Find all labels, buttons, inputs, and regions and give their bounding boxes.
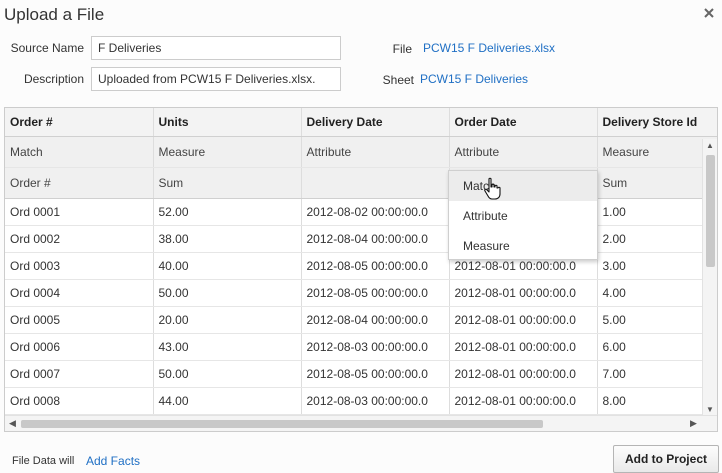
table-cell: Ord 0003 — [5, 252, 154, 280]
table-cell: 7.00 — [597, 360, 717, 388]
table-cell: 20.00 — [153, 306, 302, 334]
table-cell: 43.00 — [153, 333, 302, 361]
column-type-cell[interactable]: Attribute — [301, 136, 450, 168]
table-cell: 2.00 — [597, 225, 717, 253]
horizontal-scroll-thumb[interactable] — [21, 420, 543, 428]
table-cell: 2012-08-02 00:00:00.0 — [301, 198, 450, 226]
file-data-grid: Order # Units Delivery Date Order Date D… — [4, 107, 718, 432]
add-to-project-button[interactable]: Add to Project — [613, 445, 719, 473]
table-cell: 2012-08-04 00:00:00.0 — [301, 306, 450, 334]
description-input[interactable] — [91, 67, 341, 91]
scroll-right-icon[interactable]: ▶ — [690, 418, 697, 429]
scroll-down-icon[interactable]: ▼ — [706, 405, 714, 415]
dropdown-option-match[interactable]: Match — [449, 171, 597, 201]
hand-pointer-icon — [484, 177, 501, 200]
table-cell: 2012-08-01 00:00:00.0 — [449, 333, 598, 361]
vertical-scrollbar[interactable]: ▲ ▼ — [702, 139, 717, 417]
description-label: Description — [23, 72, 84, 86]
table-cell: 40.00 — [153, 252, 302, 280]
table-cell: 2012-08-01 00:00:00.0 — [449, 279, 598, 307]
table-cell: 38.00 — [153, 225, 302, 253]
table-cell: 2012-08-05 00:00:00.0 — [301, 252, 450, 280]
table-cell: Ord 0002 — [5, 225, 154, 253]
scroll-up-icon[interactable]: ▲ — [706, 141, 714, 151]
table-cell: Ord 0008 — [5, 387, 154, 415]
sheet-link[interactable]: PCW15 F Deliveries — [420, 72, 528, 86]
table-cell: Ord 0004 — [5, 279, 154, 307]
table-cell: 2012-08-03 00:00:00.0 — [301, 387, 450, 415]
table-cell: 2012-08-05 00:00:00.0 — [301, 360, 450, 388]
table-cell: 50.00 — [153, 279, 302, 307]
file-link[interactable]: PCW15 F Deliveries.xlsx — [423, 41, 555, 55]
column-type-row: Match Measure Attribute Attribute Measur… — [5, 136, 717, 168]
aggregation-cell[interactable]: Sum — [153, 167, 302, 199]
aggregation-cell[interactable]: Sum — [597, 167, 717, 199]
table-cell: 44.00 — [153, 387, 302, 415]
table-cell: 50.00 — [153, 360, 302, 388]
dialog-title: Upload a File — [4, 5, 105, 24]
data-table: Order # Units Delivery Date Order Date D… — [5, 108, 717, 415]
table-cell: Ord 0006 — [5, 333, 154, 361]
table-cell: Ord 0007 — [5, 360, 154, 388]
dropdown-option-attribute[interactable]: Attribute — [449, 201, 597, 231]
table-cell: 2012-08-01 00:00:00.0 — [449, 387, 598, 415]
table-cell: 2012-08-01 00:00:00.0 — [449, 360, 598, 388]
header-row: Order # Units Delivery Date Order Date D… — [5, 108, 717, 137]
column-header-order-date[interactable]: Order Date — [449, 108, 598, 137]
table-row[interactable]: Ord 0008 44.00 2012-08-03 00:00:00.0 2012-0… — [5, 387, 717, 415]
table-row[interactable]: Ord 0006 43.00 2012-08-03 00:00:00.0 2012-0… — [5, 333, 717, 361]
horizontal-scrollbar[interactable]: ◀ ▶ — [5, 415, 717, 431]
table-cell: 52.00 — [153, 198, 302, 226]
column-type-cell[interactable]: Measure — [153, 136, 302, 168]
column-header-delivery-store-id[interactable]: Delivery Store Id — [597, 108, 717, 137]
table-row[interactable]: Ord 000238.002012-08-04 00:00:00.02012-0… — [5, 225, 717, 253]
vertical-scroll-thumb[interactable] — [706, 155, 715, 267]
table-cell: 3.00 — [597, 252, 717, 280]
column-type-cell[interactable]: Measure — [597, 136, 717, 168]
aggregation-row: Order # Sum Sum — [5, 167, 717, 199]
scroll-left-icon[interactable]: ◀ — [9, 418, 16, 429]
table-row[interactable]: Ord 0005 20.00 2012-08-04 00:00:00.0 2012-0… — [5, 306, 717, 334]
table-cell: 5.00 — [597, 306, 717, 334]
aggregation-cell[interactable] — [301, 167, 450, 199]
table-cell: Ord 0005 — [5, 306, 154, 334]
table-cell: 8.00 — [597, 387, 717, 415]
table-cell: 2012-08-03 00:00:00.0 — [301, 333, 450, 361]
table-row[interactable]: Ord 0004 50.00 2012-08-05 00:00:00.0 2012-0… — [5, 279, 717, 307]
column-header-delivery-date[interactable]: Delivery Date — [301, 108, 450, 137]
column-header-order[interactable]: Order # — [5, 108, 154, 137]
table-cell: 2012-08-01 00:00:00.0 — [449, 306, 598, 334]
file-label: File — [392, 42, 412, 56]
sheet-label: Sheet — [382, 73, 414, 87]
upload-file-dialog: Upload a File Source Name Description Fi… — [0, 0, 722, 473]
table-cell: 6.00 — [597, 333, 717, 361]
close-icon[interactable] — [702, 6, 716, 20]
source-name-label: Source Name — [10, 41, 84, 55]
column-type-dropdown: Match Attribute Measure — [448, 170, 598, 260]
table-row[interactable]: Ord 000152.002012-08-02 00:00:00.02012-0… — [5, 198, 717, 226]
dropdown-option-measure[interactable]: Measure — [449, 231, 597, 261]
column-header-units[interactable]: Units — [153, 108, 302, 137]
column-type-cell[interactable]: Attribute — [449, 136, 598, 168]
table-cell: Ord 0001 — [5, 198, 154, 226]
table-cell: 4.00 — [597, 279, 717, 307]
aggregation-cell[interactable]: Order # — [5, 167, 154, 199]
column-type-cell[interactable]: Match — [5, 136, 154, 168]
table-row[interactable]: Ord 0003 40.00 2012-08-05 00:00:00.0 2012-0… — [5, 252, 717, 280]
table-row[interactable]: Ord 0007 50.00 2012-08-05 00:00:00.0 2012-0… — [5, 360, 717, 388]
table-cell: 2012-08-05 00:00:00.0 — [301, 279, 450, 307]
add-facts-link[interactable]: Add Facts — [86, 454, 140, 468]
table-cell: 2012-08-04 00:00:00.0 — [301, 225, 450, 253]
file-data-label: File Data will — [12, 455, 75, 467]
table-cell: 1.00 — [597, 198, 717, 226]
source-name-input[interactable] — [91, 36, 341, 60]
